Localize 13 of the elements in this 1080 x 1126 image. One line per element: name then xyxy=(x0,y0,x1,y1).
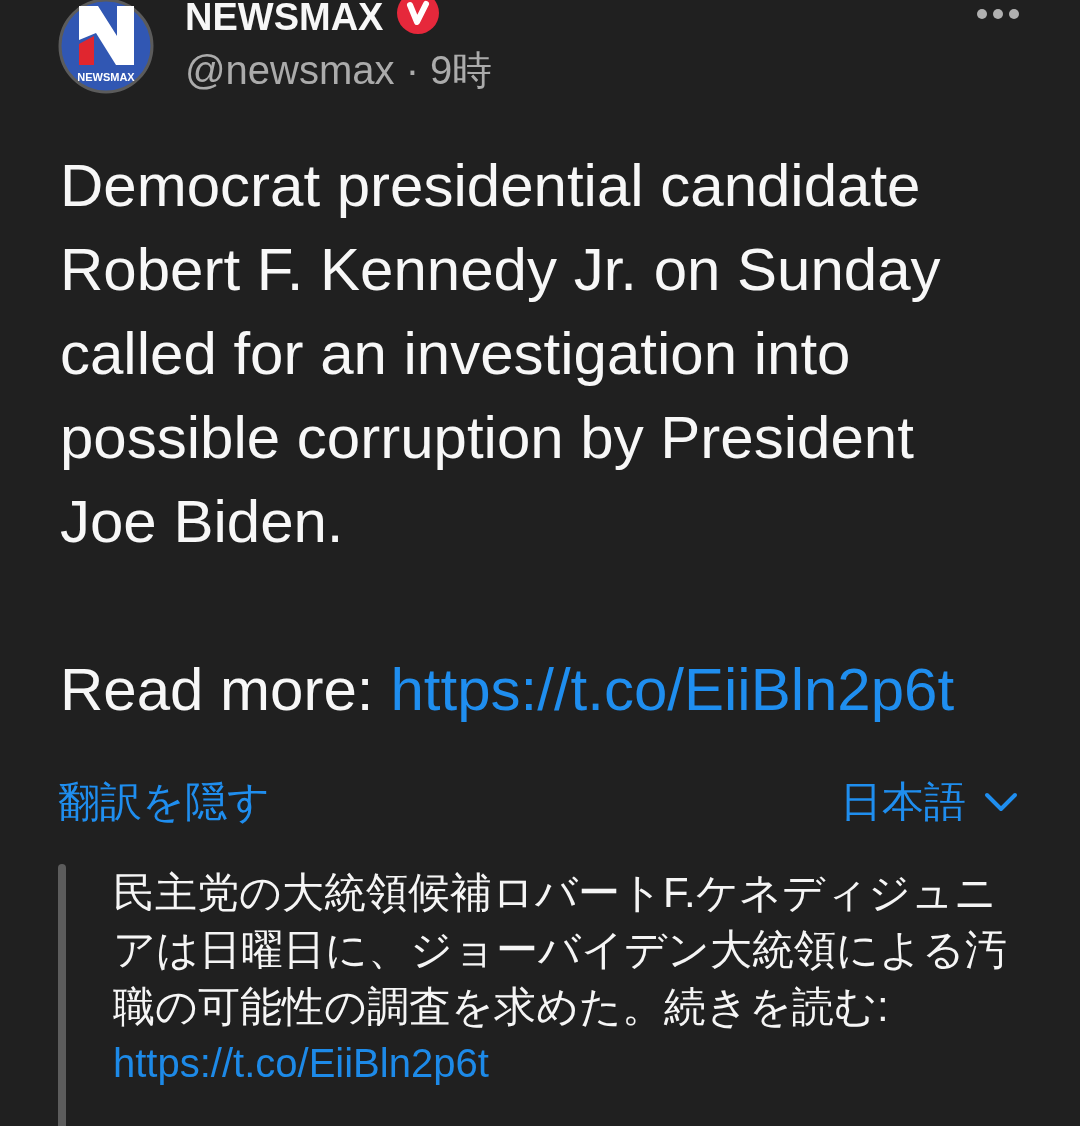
hide-translation-button[interactable]: 翻訳を隠す xyxy=(58,772,270,831)
author-name[interactable]: NEWSMAX xyxy=(185,0,384,37)
read-more-label: Read more: xyxy=(60,655,374,725)
more-icon[interactable] xyxy=(976,8,1020,20)
avatar-logo[interactable]: NEWSMAX xyxy=(58,0,154,94)
chevron-down-icon xyxy=(984,791,1018,812)
post-text: Democrat presidential candidate Robert F. Kennedy Jr. on Sunday called for an investigation into possible corruption by President Joe Biden. xyxy=(60,151,942,557)
link[interactable]: https://t.co/EiiBln2p6t xyxy=(113,1035,489,1092)
link[interactable]: https://t.co/EiiBln2p6t xyxy=(390,648,955,732)
translated-text: 民主党の大統領候補ロバートF.ケネディジュニアは日曜日に、ジョーバイデン大統領による汚職の可能性の調査を求めた。続きを読む: xyxy=(113,868,1008,1032)
language-dropdown[interactable]: 日本語 xyxy=(840,772,1018,831)
logo-text: NEWSMAX xyxy=(77,71,135,83)
handle-and-time: @newsmax · 9時 xyxy=(185,47,493,93)
